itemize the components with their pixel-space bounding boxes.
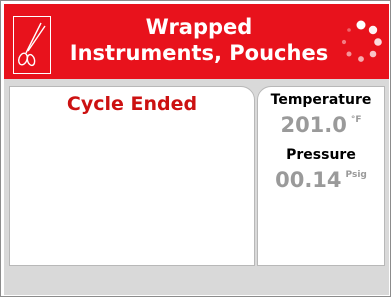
cycle-status: Cycle Ended (66, 93, 198, 115)
cycle-header: Wrapped Instruments, Pouches (4, 4, 389, 79)
cycle-title-line1: Wrapped (145, 15, 253, 39)
pressure-unit: Psig (345, 170, 367, 180)
pressure-label: Pressure (286, 147, 356, 163)
footer-bar (4, 271, 389, 295)
status-panel: Cycle Ended (9, 86, 255, 266)
cycle-title: Wrapped Instruments, Pouches (64, 14, 334, 66)
scissors-icon (13, 16, 51, 74)
temperature-unit: °F (350, 115, 362, 125)
pressure-value: 00.14 (275, 168, 342, 192)
temperature-value: 201.0 (280, 113, 347, 137)
pressure-reading: 00.14 Psig (258, 168, 384, 192)
temperature-label: Temperature (270, 92, 372, 108)
spinner-icon (339, 20, 383, 64)
readings-panel: Temperature 201.0 °F Pressure 00.14 Psig (257, 86, 385, 266)
screen-frame: Wrapped Instruments, Pouches Cycle Ended… (0, 0, 391, 297)
temperature-reading: 201.0 °F (258, 113, 384, 137)
cycle-title-line2: Instruments, Pouches (69, 41, 329, 65)
